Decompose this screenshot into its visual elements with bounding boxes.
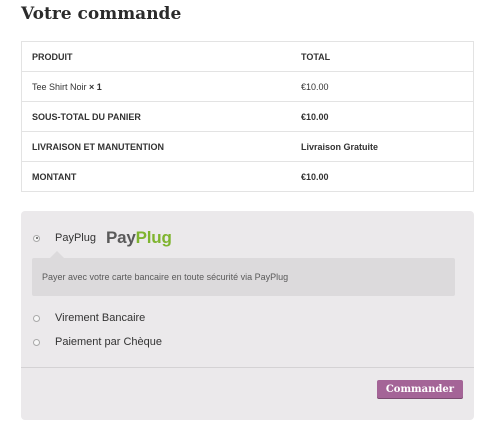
payment-section: PayPlug PayPlug Payer avec votre carte b… <box>21 211 474 420</box>
divider <box>21 367 474 368</box>
column-header-total: TOTAL <box>291 41 474 72</box>
place-order-button[interactable]: Commander <box>376 380 463 399</box>
order-total-value: €10.00 <box>301 171 329 182</box>
product-cell: Tee Shirt Noir × 1 <box>21 71 291 102</box>
payment-method-payplug[interactable]: PayPlug PayPlug <box>33 228 172 248</box>
payplug-logo-pay: Pay <box>105 228 136 247</box>
order-total-label: MONTANT <box>32 171 77 182</box>
payplug-radio[interactable] <box>33 234 40 242</box>
table-header-row: PRODUIT TOTAL <box>21 41 474 72</box>
payment-method-cheque[interactable]: Paiement par Chèque <box>33 336 162 348</box>
table-row: LIVRAISON ET MANUTENTION Livraison Gratu… <box>21 131 474 162</box>
payplug-logo: PayPlug <box>106 228 172 248</box>
payment-method-bacs[interactable]: Virement Bancaire <box>33 312 145 324</box>
table-row: SOUS-TOTAL DU PANIER €10.00 <box>21 101 474 132</box>
product-name: Tee Shirt Noir <box>32 81 87 92</box>
page-title: Votre commande <box>21 4 182 24</box>
cheque-radio[interactable] <box>33 338 40 346</box>
subtotal-value: €10.00 <box>291 101 474 132</box>
order-review-table: PRODUIT TOTAL Tee Shirt Noir × 1 €10.00 … <box>21 41 474 192</box>
cheque-label[interactable]: Paiement par Chèque <box>55 336 162 348</box>
shipping-label: LIVRAISON ET MANUTENTION <box>21 131 291 162</box>
subtotal-label: SOUS-TOTAL DU PANIER <box>21 101 291 132</box>
payplug-label[interactable]: PayPlug <box>55 232 96 244</box>
shipping-value: Livraison Gratuite <box>291 131 474 162</box>
bacs-label[interactable]: Virement Bancaire <box>55 312 145 324</box>
payplug-logo-plug: Plug <box>135 228 172 247</box>
table-row: MONTANT €10.00 <box>22 162 474 192</box>
bacs-radio[interactable] <box>33 314 40 322</box>
product-quantity: × 1 <box>89 81 102 92</box>
product-total: €10.00 <box>291 71 474 102</box>
payplug-description: Payer avec votre carte bancaire en toute… <box>32 251 455 296</box>
table-row: Tee Shirt Noir × 1 €10.00 <box>21 71 474 102</box>
column-header-product: PRODUIT <box>21 41 291 72</box>
